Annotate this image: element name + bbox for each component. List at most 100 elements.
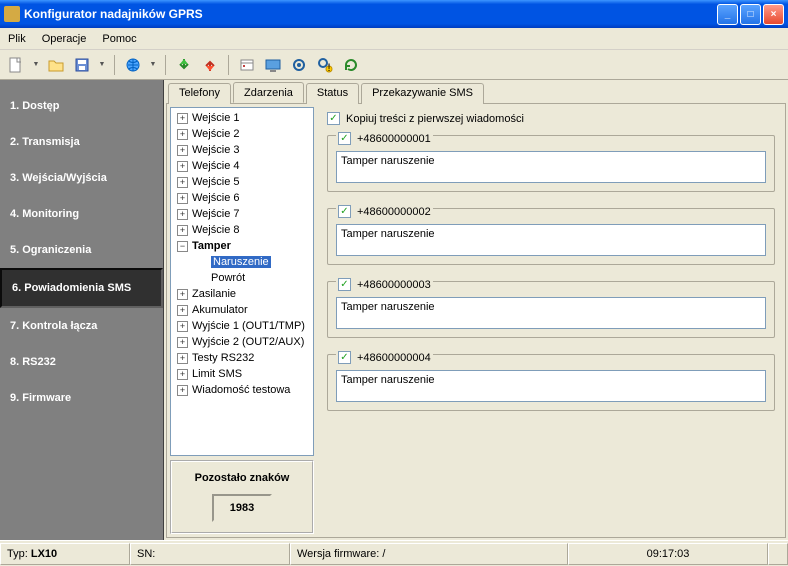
phone-enable-checkbox[interactable]: ✓ bbox=[338, 278, 351, 291]
status-type: Typ: LX10 bbox=[0, 543, 130, 565]
nav-item-7[interactable]: 8. RS232 bbox=[0, 344, 163, 380]
chars-remaining-box: Pozostało znaków 1983 bbox=[170, 460, 314, 534]
phone-number-label: +48600000002 bbox=[357, 206, 431, 218]
nav-item-2[interactable]: 3. Wejścia/Wyjścia bbox=[0, 160, 163, 196]
nav-item-3[interactable]: 4. Monitoring bbox=[0, 196, 163, 232]
tab-zdarzenia[interactable]: Zdarzenia bbox=[233, 82, 304, 103]
minimize-button[interactable]: _ bbox=[717, 4, 738, 25]
tree-expander-icon[interactable]: + bbox=[177, 177, 188, 188]
tree-expander-icon[interactable]: + bbox=[177, 161, 188, 172]
tree-node[interactable]: Naruszenie bbox=[173, 254, 311, 270]
event-tree[interactable]: +Wejście 1+Wejście 2+Wejście 3+Wejście 4… bbox=[170, 107, 314, 456]
nav-item-5[interactable]: 6. Powiadomienia SMS bbox=[0, 268, 163, 308]
sms-text-input[interactable]: Tamper naruszenie bbox=[336, 224, 766, 256]
tree-expander-icon[interactable]: + bbox=[177, 209, 188, 220]
tree-expander-icon[interactable]: + bbox=[177, 353, 188, 364]
svg-text:!: ! bbox=[327, 62, 330, 73]
sms-text-input[interactable]: Tamper naruszenie bbox=[336, 297, 766, 329]
phone-enable-checkbox[interactable]: ✓ bbox=[338, 351, 351, 364]
copy-contents-row: ✓ Kopiuj treści z pierwszej wiadomości bbox=[327, 112, 775, 125]
chars-remaining-label: Pozostało znaków bbox=[182, 472, 302, 484]
tree-expander-icon[interactable]: + bbox=[177, 321, 188, 332]
tree-node[interactable]: +Wejście 7 bbox=[173, 206, 311, 222]
tree-node[interactable]: +Wejście 8 bbox=[173, 222, 311, 238]
tree-node[interactable]: +Akumulator bbox=[173, 302, 311, 318]
tree-node[interactable]: −Tamper bbox=[173, 238, 311, 254]
nav-item-8[interactable]: 9. Firmware bbox=[0, 380, 163, 416]
tree-node[interactable]: +Testy RS232 bbox=[173, 350, 311, 366]
upload-icon[interactable] bbox=[200, 55, 220, 75]
tree-node[interactable]: +Wejście 1 bbox=[173, 110, 311, 126]
toolbar-separator bbox=[114, 55, 115, 75]
nav-item-6[interactable]: 7. Kontrola łącza bbox=[0, 308, 163, 344]
save-file-icon[interactable] bbox=[72, 55, 92, 75]
tree-node[interactable]: +Wyjście 1 (OUT1/TMP) bbox=[173, 318, 311, 334]
globe-dropdown[interactable]: ▼ bbox=[149, 55, 157, 75]
tree-node[interactable]: +Wejście 4 bbox=[173, 158, 311, 174]
copy-contents-checkbox[interactable]: ✓ bbox=[327, 112, 340, 125]
new-file-icon[interactable] bbox=[6, 55, 26, 75]
history-icon[interactable] bbox=[237, 55, 257, 75]
tree-expander-icon[interactable]: + bbox=[177, 385, 188, 396]
menu-file[interactable]: Plik bbox=[8, 33, 26, 45]
tree-expander-icon[interactable]: + bbox=[177, 129, 188, 140]
tree-expander-icon[interactable]: + bbox=[177, 193, 188, 204]
tree-expander-icon[interactable]: + bbox=[177, 289, 188, 300]
main-area: 1. Dostęp2. Transmisja3. Wejścia/Wyjścia… bbox=[0, 80, 788, 540]
status-bar: Typ: LX10 SN: Wersja firmware: / 09:17:0… bbox=[0, 540, 788, 566]
window-buttons: _ □ × bbox=[717, 4, 784, 25]
tree-expander-icon[interactable]: + bbox=[177, 369, 188, 380]
tree-node[interactable]: +Wejście 6 bbox=[173, 190, 311, 206]
settings-gear-icon[interactable] bbox=[289, 55, 309, 75]
phone-enable-checkbox[interactable]: ✓ bbox=[338, 132, 351, 145]
chars-remaining-count: 1983 bbox=[212, 494, 272, 522]
phone-group-1: ✓ +48600000002 Tamper naruszenie bbox=[327, 208, 775, 265]
status-grip bbox=[768, 543, 788, 565]
tree-node[interactable]: Powrót bbox=[173, 270, 311, 286]
globe-icon[interactable] bbox=[123, 55, 143, 75]
tree-node[interactable]: +Wyjście 2 (OUT2/AUX) bbox=[173, 334, 311, 350]
tree-node[interactable]: +Limit SMS bbox=[173, 366, 311, 382]
phone-number-label: +48600000001 bbox=[357, 133, 431, 145]
titlebar: Konfigurator nadajników GPRS _ □ × bbox=[0, 0, 788, 28]
open-file-icon[interactable] bbox=[46, 55, 66, 75]
tree-node[interactable]: +Wejście 3 bbox=[173, 142, 311, 158]
download-icon[interactable] bbox=[174, 55, 194, 75]
tree-expander-icon[interactable]: + bbox=[177, 145, 188, 156]
nav-item-1[interactable]: 2. Transmisja bbox=[0, 124, 163, 160]
messages-pane: ✓ Kopiuj treści z pierwszej wiadomości ✓… bbox=[317, 104, 785, 537]
monitor-icon[interactable] bbox=[263, 55, 283, 75]
save-dropdown[interactable]: ▼ bbox=[98, 55, 106, 75]
sms-text-input[interactable]: Tamper naruszenie bbox=[336, 370, 766, 402]
tab-przekazywanie sms[interactable]: Przekazywanie SMS bbox=[361, 83, 484, 104]
tree-expander-icon[interactable]: − bbox=[177, 241, 188, 252]
status-sn: SN: bbox=[130, 543, 290, 565]
tree-node[interactable]: +Wiadomość testowa bbox=[173, 382, 311, 398]
tree-pane: +Wejście 1+Wejście 2+Wejście 3+Wejście 4… bbox=[167, 104, 317, 537]
tree-expander-icon[interactable]: + bbox=[177, 113, 188, 124]
phone-enable-checkbox[interactable]: ✓ bbox=[338, 205, 351, 218]
tree-expander-icon[interactable]: + bbox=[177, 305, 188, 316]
tree-node[interactable]: +Wejście 2 bbox=[173, 126, 311, 142]
new-dropdown[interactable]: ▼ bbox=[32, 55, 40, 75]
maximize-button[interactable]: □ bbox=[740, 4, 761, 25]
content-area: TelefonyZdarzeniaStatusPrzekazywanie SMS… bbox=[164, 80, 788, 540]
tree-node[interactable]: +Zasilanie bbox=[173, 286, 311, 302]
tab-status[interactable]: Status bbox=[306, 83, 359, 104]
menu-operations[interactable]: Operacje bbox=[42, 33, 87, 45]
tab-telefony[interactable]: Telefony bbox=[168, 83, 231, 104]
menu-help[interactable]: Pomoc bbox=[102, 33, 136, 45]
phone-group-0: ✓ +48600000001 Tamper naruszenie bbox=[327, 135, 775, 192]
close-button[interactable]: × bbox=[763, 4, 784, 25]
nav-item-4[interactable]: 5. Ograniczenia bbox=[0, 232, 163, 268]
refresh-icon[interactable] bbox=[341, 55, 361, 75]
tree-expander-icon[interactable]: + bbox=[177, 337, 188, 348]
tree-expander-icon[interactable]: + bbox=[177, 225, 188, 236]
menubar: Plik Operacje Pomoc bbox=[0, 28, 788, 50]
nav-item-0[interactable]: 1. Dostęp bbox=[0, 88, 163, 124]
sms-text-input[interactable]: Tamper naruszenie bbox=[336, 151, 766, 183]
copy-contents-label: Kopiuj treści z pierwszej wiadomości bbox=[346, 113, 524, 125]
tree-node[interactable]: +Wejście 5 bbox=[173, 174, 311, 190]
gear-warning-icon[interactable]: ! bbox=[315, 55, 335, 75]
status-time: 09:17:03 bbox=[568, 543, 768, 565]
